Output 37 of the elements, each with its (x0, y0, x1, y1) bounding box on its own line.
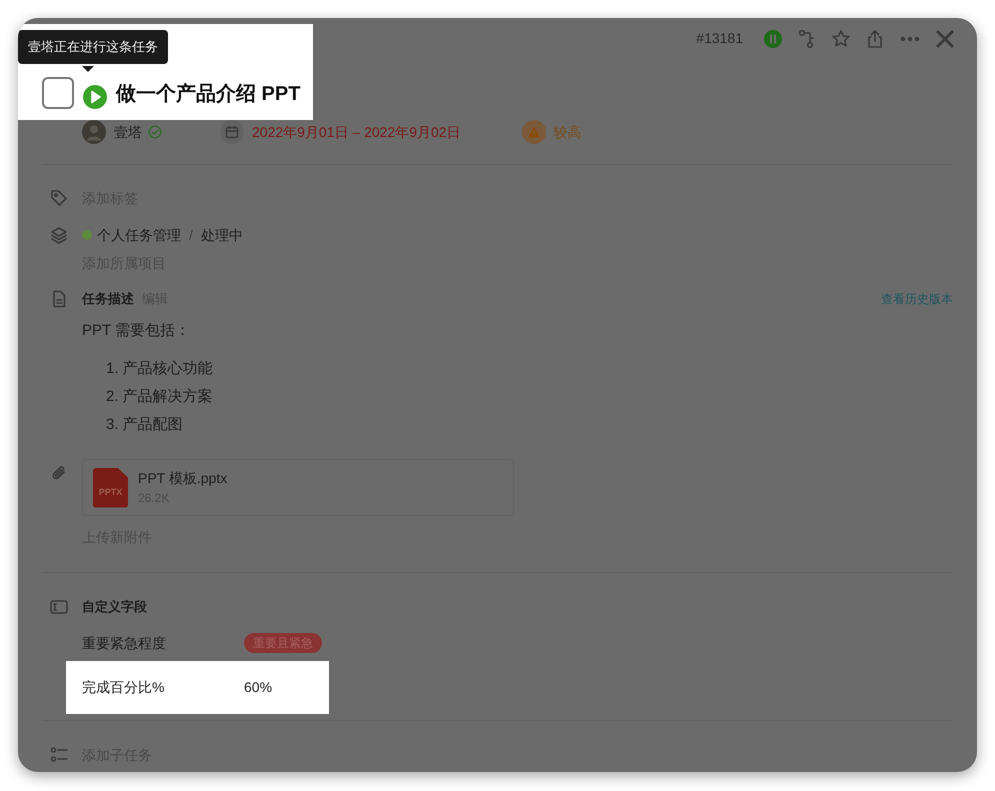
task-checkbox[interactable] (42, 77, 74, 109)
section-title: 任务描述 (82, 290, 134, 308)
check-circle-icon (148, 125, 162, 139)
subtask-list-icon (50, 746, 68, 764)
field-label: 重要紧急程度 (82, 634, 167, 652)
history-link[interactable]: 查看历史版本 (881, 290, 953, 308)
section-title: 自定义字段 (82, 598, 147, 616)
file-type-icon: PPTX (93, 468, 128, 508)
list-item: 2. 产品解决方案 (106, 386, 213, 407)
field-label: 完成百分比% (82, 678, 166, 697)
close-icon[interactable] (935, 28, 955, 48)
tooltip: 壹塔正在进行这条任务 (18, 30, 168, 64)
date-range[interactable]: 2022年9月01日 – 2022年9月02日 (252, 122, 461, 142)
calendar-icon[interactable] (220, 120, 244, 144)
avatar (82, 120, 106, 144)
project-status[interactable]: 处理中 (200, 224, 243, 246)
text-field-icon (50, 599, 68, 615)
task-id: #13181 (696, 29, 743, 48)
list-item: 3. 产品配图 (106, 414, 183, 435)
task-title: 做一个产品介绍 PPT (116, 82, 300, 107)
slash-separator: / (189, 226, 193, 244)
layers-icon (50, 226, 68, 244)
pause-icon[interactable] (763, 28, 783, 48)
tag-icon (50, 189, 68, 207)
project-name[interactable]: 个人任务管理 (97, 224, 181, 246)
list-item: 1. 产品核心功能 (106, 358, 213, 379)
document-icon (50, 290, 68, 308)
field-value[interactable]: 60% (244, 677, 272, 698)
description-text: PPT 需要包括： (82, 320, 190, 341)
share-icon[interactable] (865, 28, 885, 48)
file-name[interactable]: PPT 模板.pptx (138, 468, 228, 489)
play-icon[interactable] (82, 84, 108, 110)
star-icon[interactable] (831, 28, 851, 48)
priority-label[interactable]: 较高 (554, 122, 582, 142)
tooltip-arrow (82, 66, 94, 72)
warning-icon[interactable] (522, 120, 546, 144)
assignee-name: 壹塔 (114, 122, 142, 142)
